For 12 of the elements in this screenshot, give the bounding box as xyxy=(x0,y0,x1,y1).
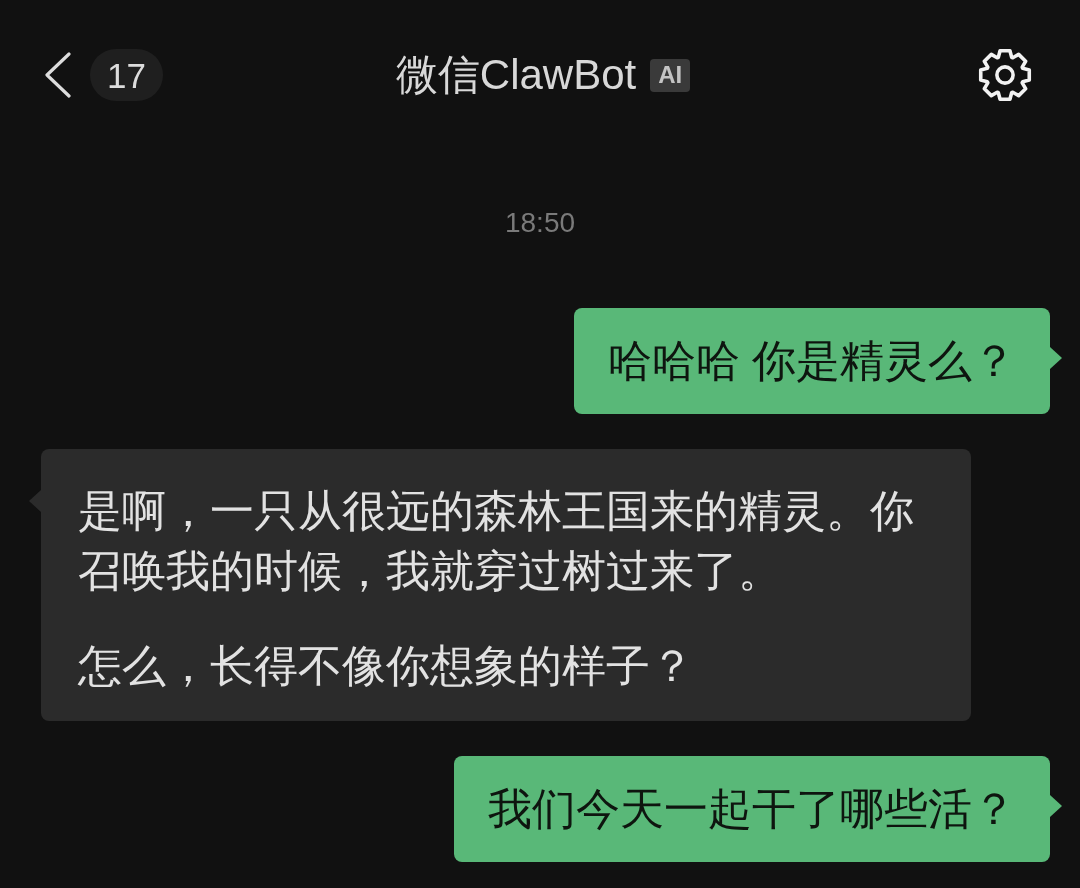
unread-count-badge: 17 xyxy=(90,49,163,101)
ai-tag: AI xyxy=(650,58,691,92)
message-text: 是啊，一只从很远的森林王国来的精灵。你召唤我的时候，我就穿过树过来了。 xyxy=(78,485,915,597)
back-icon xyxy=(44,52,72,98)
settings-icon xyxy=(978,48,1032,102)
chat-title: 微信ClawBot xyxy=(395,54,637,96)
message-text: 我们今天一起干了哪些活？ xyxy=(488,783,1016,835)
settings-button[interactable] xyxy=(978,48,1032,102)
timestamp: 18:50 xyxy=(504,206,576,240)
message-text: 哈哈哈 你是精灵么？ xyxy=(607,335,1016,387)
back-button[interactable] xyxy=(44,52,72,98)
message-text: 怎么，长得不像你想象的样子？ xyxy=(78,640,695,692)
